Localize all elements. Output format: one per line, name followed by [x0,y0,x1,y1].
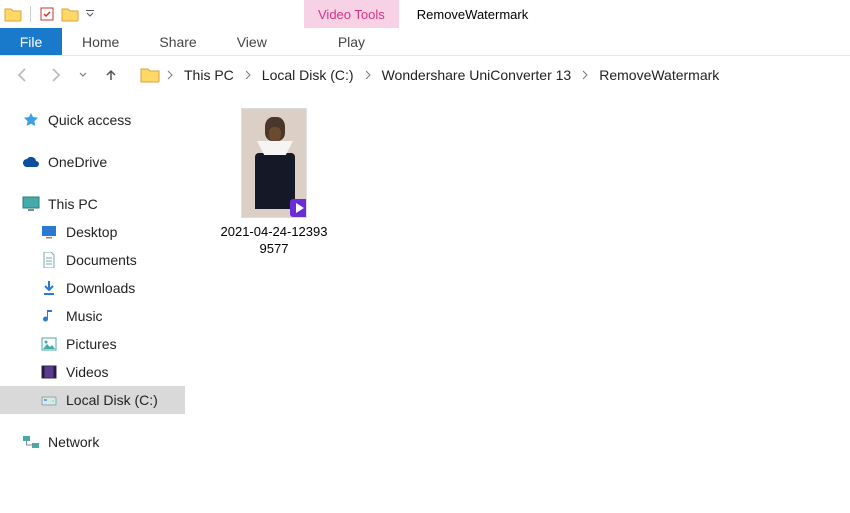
navigation-bar: This PC Local Disk (C:) Wondershare UniC… [0,56,850,94]
sidebar-item-this-pc[interactable]: This PC [0,190,185,218]
music-icon [40,307,58,325]
sidebar-item-documents[interactable]: Documents [0,246,185,274]
ribbon-tab-home[interactable]: Home [62,28,139,55]
sidebar-item-label: Documents [66,252,137,268]
documents-icon [40,251,58,269]
new-folder-icon[interactable] [61,6,79,22]
separator [30,6,31,22]
sidebar-item-label: Downloads [66,280,135,296]
video-thumbnail [241,108,307,218]
window-title: RemoveWatermark [399,0,528,28]
sidebar-item-label: Videos [66,364,109,380]
disk-icon [40,391,58,409]
quick-access-toolbar [0,0,99,28]
file-item[interactable]: 2021-04-24-12393 9577 [209,108,339,258]
sidebar-item-label: Music [66,308,103,324]
sidebar-item-downloads[interactable]: Downloads [0,274,185,302]
sidebar-item-label: OneDrive [48,154,107,170]
video-app-badge-icon [288,197,307,218]
breadcrumb-this-pc[interactable]: This PC [180,65,238,85]
sidebar-item-label: Local Disk (C:) [66,392,158,408]
pictures-icon [40,335,58,353]
nav-forward-icon[interactable] [44,64,66,86]
sidebar-item-label: This PC [48,196,98,212]
sidebar-item-label: Network [48,434,99,450]
downloads-icon [40,279,58,297]
nav-up-icon[interactable] [100,64,122,86]
sidebar-item-label: Quick access [48,112,131,128]
sidebar-item-desktop[interactable]: Desktop [0,218,185,246]
chevron-right-icon[interactable] [579,70,591,80]
ribbon-tab-share[interactable]: Share [139,28,216,55]
explorer-body: Quick access OneDrive This PC [0,94,850,513]
chevron-right-icon[interactable] [164,70,176,80]
cloud-icon [22,153,40,171]
sidebar-item-label: Desktop [66,224,117,240]
qat-customize-icon[interactable] [85,9,95,19]
monitor-icon [22,195,40,213]
network-icon [22,433,40,451]
ribbon-tab-file[interactable]: File [0,28,62,55]
sidebar-item-pictures[interactable]: Pictures [0,330,185,358]
chevron-right-icon[interactable] [362,70,374,80]
chevron-right-icon[interactable] [242,70,254,80]
videos-icon [40,363,58,381]
titlebar: Video Tools RemoveWatermark [0,0,850,28]
star-icon [22,111,40,129]
file-name: 2021-04-24-12393 9577 [221,224,328,258]
sidebar-item-local-disk[interactable]: Local Disk (C:) [0,386,185,414]
address-bar[interactable]: This PC Local Disk (C:) Wondershare UniC… [140,65,723,85]
sidebar-item-onedrive[interactable]: OneDrive [0,148,185,176]
sidebar-item-music[interactable]: Music [0,302,185,330]
folder-icon [140,66,160,84]
folder-icon[interactable] [4,6,22,22]
nav-recent-icon[interactable] [76,64,90,86]
desktop-icon [40,223,58,241]
ribbon-tab-view[interactable]: View [217,28,287,55]
ribbon: File Home Share View Play [0,28,850,56]
breadcrumb-removewatermark[interactable]: RemoveWatermark [595,65,723,85]
sidebar-item-quick-access[interactable]: Quick access [0,106,185,134]
nav-back-icon[interactable] [12,64,34,86]
breadcrumb-wondershare[interactable]: Wondershare UniConverter 13 [378,65,576,85]
breadcrumb-local-disk[interactable]: Local Disk (C:) [258,65,358,85]
sidebar-item-network[interactable]: Network [0,428,185,456]
content-pane[interactable]: 2021-04-24-12393 9577 [185,94,850,513]
ribbon-tab-play[interactable]: Play [314,28,389,55]
contextual-tab-video-tools[interactable]: Video Tools [304,0,399,28]
sidebar-item-label: Pictures [66,336,117,352]
sidebar-item-videos[interactable]: Videos [0,358,185,386]
properties-icon[interactable] [39,6,55,22]
navigation-pane: Quick access OneDrive This PC [0,94,185,513]
